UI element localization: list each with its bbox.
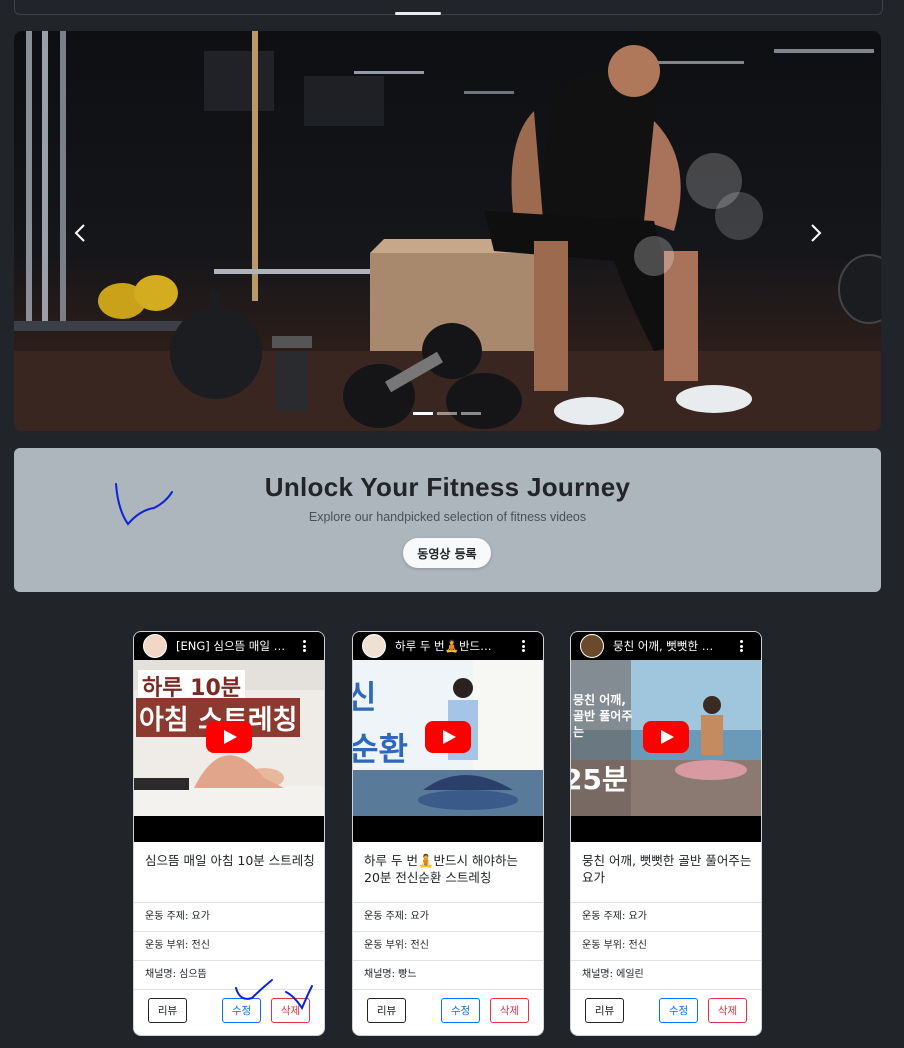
meta-body-part: 운동 부위: 전신	[571, 931, 761, 960]
channel-avatar[interactable]	[362, 634, 386, 658]
channel-avatar[interactable]	[580, 634, 604, 658]
hero-banner: Unlock Your Fitness Journey Explore our …	[14, 448, 881, 592]
delete-button[interactable]: 삭제	[708, 998, 747, 1023]
review-button[interactable]: 리뷰	[148, 998, 187, 1023]
carousel-slide-image	[14, 31, 881, 431]
carousel-indicator[interactable]	[461, 412, 481, 415]
navbar-toggle[interactable]	[395, 12, 441, 15]
more-vert-icon[interactable]	[303, 640, 306, 652]
video-header-title[interactable]: [ENG] 심으뜸 매일 아침 10분 스트레칭	[176, 638, 294, 654]
youtube-embed[interactable]: 하루 10분 아침 스트레칭 [ENG] 심으뜸 매일 아침 10분 스트레칭	[134, 632, 324, 842]
hero-title: Unlock Your Fitness Journey	[264, 472, 631, 502]
meta-body-part: 운동 부위: 전신	[134, 931, 324, 960]
delete-button[interactable]: 삭제	[271, 998, 310, 1023]
carousel-next-button[interactable]	[804, 221, 828, 245]
review-button[interactable]: 리뷰	[367, 998, 406, 1023]
video-header-title[interactable]: 뭉친 어깨, 뻣뻣한 골반 풀어주는 요가	[613, 638, 723, 654]
edit-button[interactable]: 수정	[659, 998, 698, 1023]
carousel-indicator[interactable]	[437, 412, 457, 415]
navbar	[14, 0, 883, 15]
youtube-embed[interactable]: 신 순환 하루 두 번🧘반드시 해야하는 20분 전신순환 스트레칭	[353, 632, 543, 842]
video-card: 하루 10분 아침 스트레칭 [ENG] 심으뜸 매일 아침 10분 스트레칭 …	[133, 631, 325, 1036]
video-card: 뭉친 어깨, 골반 풀어주는 25분 뭉친 어깨, 뻣뻣한 골반 풀어주는 요가…	[570, 631, 762, 1036]
youtube-play-icon[interactable]	[643, 721, 689, 753]
thumb-text-1: 뭉친 어깨, 골반 풀어주는	[573, 693, 633, 739]
card-title: 뭉친 어깨, 뻣뻣한 골반 풀어주는 요가	[582, 853, 752, 885]
youtube-embed[interactable]: 뭉친 어깨, 골반 풀어주는 25분 뭉친 어깨, 뻣뻣한 골반 풀어주는 요가	[571, 632, 761, 842]
card-title: 심으뜸 매일 아침 10분 스트레칭	[145, 853, 315, 868]
chevron-left-icon	[74, 224, 85, 242]
video-header-title[interactable]: 하루 두 번🧘반드시 해야하는 20분 전신순환 스트레칭	[395, 638, 497, 654]
meta-channel: 채널명: 빵느	[353, 960, 543, 989]
youtube-play-icon[interactable]	[206, 721, 252, 753]
hero-carousel	[14, 31, 881, 431]
video-card: 신 순환 하루 두 번🧘반드시 해야하는 20분 전신순환 스트레칭 하루 두 …	[352, 631, 544, 1036]
delete-button[interactable]: 삭제	[490, 998, 529, 1023]
edit-button[interactable]: 수정	[441, 998, 480, 1023]
meta-channel: 채널명: 심으뜸	[134, 960, 324, 989]
more-vert-icon[interactable]	[522, 640, 525, 652]
meta-channel: 채널명: 에일린	[571, 960, 761, 989]
video-header: 뭉친 어깨, 뻣뻣한 골반 풀어주는 요가	[571, 632, 761, 660]
meta-topic: 운동 주제: 요가	[571, 902, 761, 931]
meta-topic: 운동 주제: 요가	[353, 902, 543, 931]
meta-body-part: 운동 부위: 전신	[353, 931, 543, 960]
thumb-text-1: 신	[353, 672, 376, 718]
carousel-indicators	[413, 412, 481, 415]
carousel-prev-button[interactable]	[68, 221, 92, 245]
chevron-right-icon	[811, 224, 822, 242]
edit-button[interactable]: 수정	[222, 998, 261, 1023]
carousel-indicator[interactable]	[413, 412, 433, 415]
review-button[interactable]: 리뷰	[585, 998, 624, 1023]
register-video-button[interactable]: 동영상 등록	[403, 538, 491, 568]
thumb-text-2: 순환	[352, 730, 408, 768]
youtube-play-icon[interactable]	[425, 721, 471, 753]
hero-subtitle: Explore our handpicked selection of fitn…	[308, 510, 587, 524]
video-header: 하루 두 번🧘반드시 해야하는 20분 전신순환 스트레칭	[353, 632, 543, 660]
meta-topic: 운동 주제: 요가	[134, 902, 324, 931]
channel-avatar[interactable]	[143, 634, 167, 658]
video-header: [ENG] 심으뜸 매일 아침 10분 스트레칭	[134, 632, 324, 660]
thumb-text-2: 25분	[571, 763, 628, 796]
more-vert-icon[interactable]	[740, 640, 743, 652]
card-title: 하루 두 번🧘반드시 해야하는 20분 전신순환 스트레칭	[364, 853, 518, 885]
